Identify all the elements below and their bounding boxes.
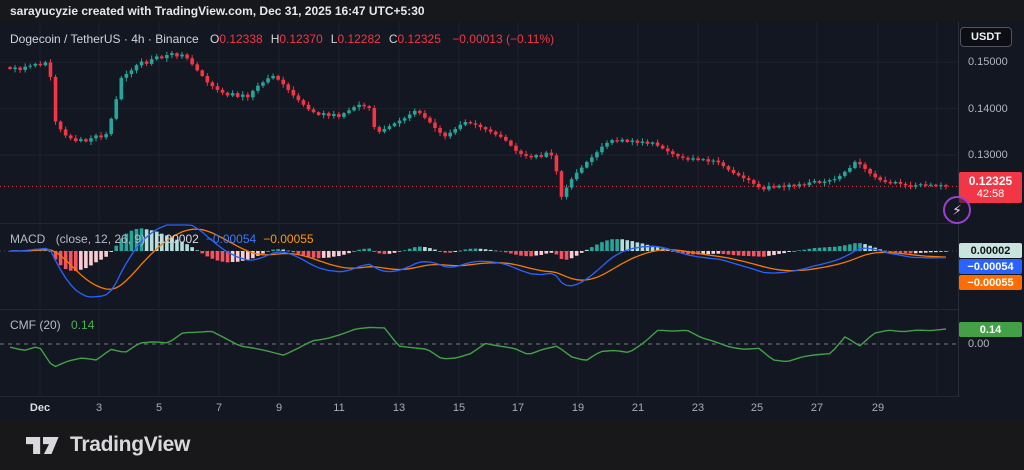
ohlc-item: L0.12282 (331, 32, 381, 46)
macd-params: (close, 12, 26, 9) (56, 232, 145, 246)
last-price: 0.12325 (959, 174, 1022, 188)
ohlc-value: 0.12338 (219, 32, 262, 46)
tradingview-screenshot: sarayucyzie created with TradingView.com… (0, 0, 1024, 470)
macd-value-badge: −0.00055 (959, 275, 1022, 290)
ohlc-item: H0.12370 (271, 32, 323, 46)
macd-title[interactable]: MACD (10, 232, 45, 246)
cmf-zero-label: 0.00 (968, 338, 989, 350)
time-tick[interactable]: 11 (333, 402, 344, 414)
chart-area[interactable]: Dogecoin / TetherUS · 4h · Binance O0.12… (0, 22, 1024, 420)
price-scale-label: 0.14000 (968, 103, 1024, 115)
time-tick[interactable]: 15 (453, 402, 465, 414)
time-tick[interactable]: 23 (692, 402, 704, 414)
time-tick[interactable]: 17 (512, 402, 524, 414)
time-tick[interactable]: 19 (572, 402, 584, 414)
ohlc-values: O0.12338 H0.12370 L0.12282 C0.12325 (202, 32, 441, 46)
bar-countdown: 42:58 (959, 188, 1022, 200)
price-scale-label: 0.13000 (968, 149, 1024, 161)
attribution-text: sarayucyzie created with TradingView.com… (10, 4, 425, 18)
cmf-title[interactable]: CMF (20) (10, 318, 61, 332)
macd-value-badge: 0.00002 (959, 243, 1022, 258)
time-tick[interactable]: 27 (811, 402, 823, 414)
time-tick[interactable]: 25 (751, 402, 763, 414)
currency-badge[interactable]: USDT (960, 27, 1012, 47)
cmf-badge: 0.14 (959, 322, 1022, 337)
time-tick[interactable]: 9 (276, 402, 282, 414)
price-pane[interactable] (0, 22, 958, 222)
ohlc-value: 0.12370 (279, 32, 322, 46)
cmf-header[interactable]: CMF (20) 0.14 (10, 318, 94, 332)
lightning-icon: ⚡ (952, 202, 962, 219)
ohlc-label: O (210, 32, 219, 46)
ohlc-value: 0.12325 (398, 32, 441, 46)
cmf-pane[interactable] (0, 310, 958, 396)
flash-icon[interactable]: ⚡ (943, 196, 971, 224)
time-tick[interactable]: 29 (872, 402, 884, 414)
macd-indicator-value: −0.00054 (206, 232, 256, 246)
price-scale-label: 0.15000 (968, 56, 1024, 68)
time-tick[interactable]: 3 (96, 402, 102, 414)
time-tick[interactable]: 21 (632, 402, 644, 414)
time-tick[interactable]: 5 (156, 402, 162, 414)
ohlc-label: C (389, 32, 398, 46)
symbol-header[interactable]: Dogecoin / TetherUS · 4h · Binance O0.12… (10, 32, 554, 46)
macd-indicator-value: −0.00055 (263, 232, 313, 246)
ohlc-value: 0.12282 (337, 32, 380, 46)
tradingview-wordmark[interactable]: TradingView (70, 433, 190, 457)
attribution-bar: sarayucyzie created with TradingView.com… (0, 0, 1024, 22)
time-tick[interactable]: Dec (30, 402, 50, 414)
time-tick[interactable]: 13 (393, 402, 405, 414)
exchange-label[interactable]: Binance (155, 32, 198, 46)
time-tick[interactable]: 7 (216, 402, 222, 414)
time-axis[interactable]: Dec 3 5 7 9 11 13 15 17 19 21 23 25 27 29 (0, 397, 958, 420)
macd-header[interactable]: MACD (close, 12, 26, 9) 0.00002 −0.00054−… (10, 232, 314, 246)
ohlc-item: O0.12338 (210, 32, 263, 46)
macd-indicator-value: 0.00002 (155, 232, 198, 246)
footer-bar: TradingView (0, 420, 1024, 470)
tradingview-logo-icon[interactable] (26, 432, 60, 459)
change-value: −0.00013 (−0.11%) (452, 32, 554, 46)
ohlc-item: C0.12325 (389, 32, 441, 46)
symbol-name[interactable]: Dogecoin / TetherUS (10, 32, 121, 46)
interval-label[interactable]: 4h (131, 32, 144, 46)
macd-value-badge: −0.00054 (959, 259, 1022, 274)
cmf-value: 0.14 (71, 318, 94, 332)
last-price-badge: 0.12325 42:58 (959, 172, 1022, 203)
